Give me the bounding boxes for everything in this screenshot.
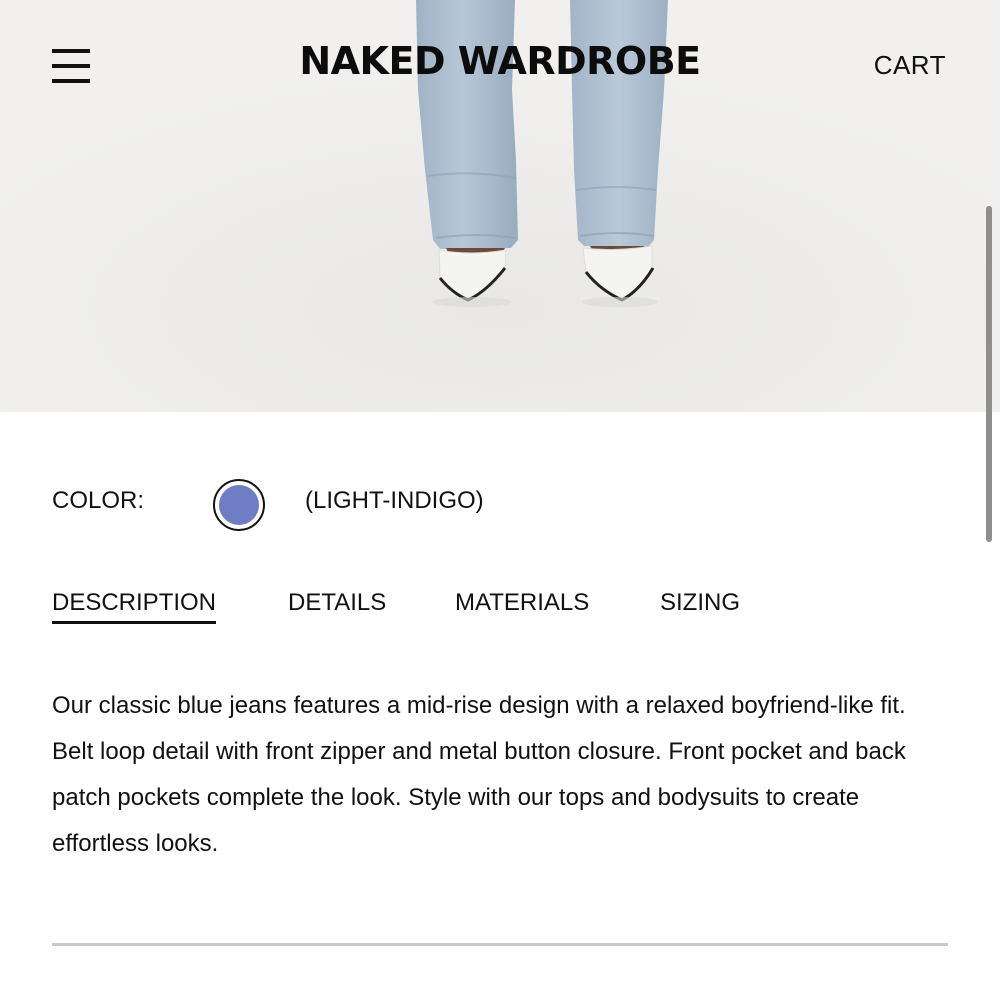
tab-materials[interactable]: MATERIALS (455, 588, 589, 618)
cart-link[interactable]: CART (874, 50, 946, 80)
selected-color-name: (LIGHT-INDIGO) (305, 487, 484, 514)
tab-details[interactable]: DETAILS (288, 588, 386, 618)
color-swatch-fill (219, 485, 259, 525)
product-description: Our classic blue jeans features a mid-ri… (52, 692, 906, 857)
product-page: NAKED WARDROBE CART COLOR: (LIGHT-INDIGO… (0, 0, 1000, 1000)
hamburger-menu-icon[interactable] (52, 48, 92, 86)
brand-logo[interactable]: NAKED WARDROBE (299, 39, 701, 83)
menu-line (52, 79, 90, 83)
scrollbar-thumb[interactable] (986, 206, 992, 542)
tab-description[interactable]: DESCRIPTION (52, 588, 217, 624)
section-divider (52, 943, 948, 946)
menu-line (52, 64, 90, 68)
color-label: COLOR: (52, 487, 145, 514)
tab-sizing[interactable]: SIZING (660, 588, 740, 618)
color-swatch-light-indigo[interactable] (213, 479, 265, 531)
menu-line (52, 49, 90, 53)
scrollbar[interactable] (986, 200, 992, 545)
